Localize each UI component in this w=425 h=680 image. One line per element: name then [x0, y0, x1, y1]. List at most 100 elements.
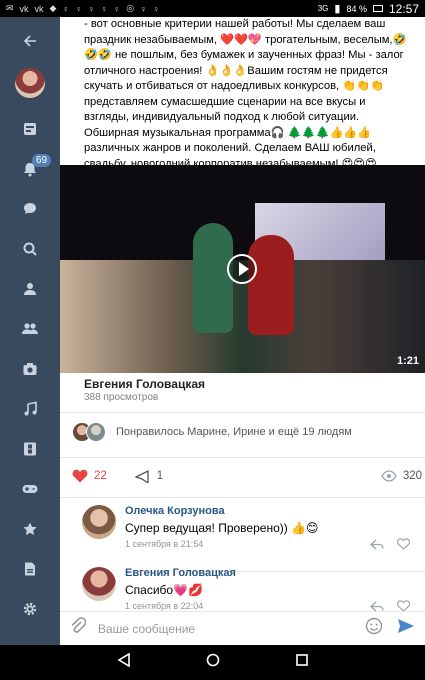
sidebar-item-friends[interactable]	[0, 309, 60, 349]
notification-icon: ♀	[152, 3, 160, 14]
video-author[interactable]: Евгения Головацкая	[84, 377, 205, 391]
post-text: - вот основные критерии нашей работы! Мы…	[84, 18, 407, 170]
notification-icon: ♀	[100, 3, 108, 14]
sidebar-item-games[interactable]	[0, 469, 60, 509]
like-button[interactable]: 22	[72, 469, 107, 483]
sidebar-item-notifications[interactable]: 69	[0, 149, 60, 189]
friends-icon	[22, 323, 38, 334]
view-count: 320	[402, 470, 422, 482]
music-icon	[24, 401, 37, 416]
status-bar: ✉ vk vk ◆ ♀ ♀ ♀ ♀ ♀ ◎ ♀ ♀ 3G ▮ 84 % 12:5…	[0, 0, 425, 17]
attach-button[interactable]	[70, 617, 87, 640]
heart-icon	[72, 469, 88, 483]
post-actions: 22 1 320	[72, 469, 422, 483]
avatar	[15, 68, 45, 98]
liked-by-row[interactable]: Понравилось Марине, Ирине и ещё 19 людям	[72, 422, 352, 442]
clock: 12:57	[388, 1, 419, 16]
heart-outline-icon	[396, 538, 411, 550]
sidebar-item-favorites[interactable]	[0, 509, 60, 549]
comment-text: Спасибо💗💋	[125, 583, 203, 597]
triangle-back-icon	[116, 652, 130, 668]
camera-icon	[23, 363, 37, 375]
reply-button[interactable]	[370, 537, 384, 555]
back-nav-button[interactable]	[116, 652, 131, 672]
signal-icon: ▮	[334, 3, 341, 15]
circle-home-icon	[206, 653, 219, 667]
sidebar-item-user[interactable]	[0, 269, 60, 309]
home-nav-button[interactable]	[206, 653, 220, 672]
android-nav-bar	[0, 645, 425, 680]
reply-icon	[370, 539, 384, 550]
message-input[interactable]: Ваше сообщение	[98, 622, 365, 636]
like-count: 22	[94, 470, 107, 482]
sidebar-item-video[interactable]	[0, 429, 60, 469]
status-right: 3G ▮ 84 % 12:57	[318, 2, 419, 16]
sidebar-item-photos[interactable]	[0, 349, 60, 389]
avatar	[86, 422, 106, 442]
paperclip-icon	[71, 617, 87, 633]
comment-like-button[interactable]	[396, 537, 411, 555]
notification-icon: ♀	[113, 3, 121, 14]
gamepad-icon	[22, 485, 38, 493]
square-recents-icon	[295, 654, 308, 666]
message-composer: Ваше сообщение	[60, 611, 425, 645]
instagram-icon: ◎	[126, 3, 135, 13]
search-icon	[23, 242, 37, 256]
divider	[60, 457, 425, 458]
chat-bubble-icon	[24, 203, 36, 214]
sidebar-item-search[interactable]	[0, 229, 60, 269]
sidebar-item-documents[interactable]	[0, 549, 60, 589]
divider	[60, 412, 425, 413]
network-label: 3G	[317, 4, 329, 13]
notification-icon: ♀	[87, 3, 95, 14]
play-button[interactable]	[227, 254, 257, 284]
video-player[interactable]: 1:21	[60, 165, 425, 373]
video-scene	[193, 223, 233, 333]
sidebar-item-settings[interactable]	[0, 589, 60, 629]
notification-icon: ♀	[75, 3, 82, 14]
avatar[interactable]	[82, 505, 116, 539]
back-arrow-icon	[23, 35, 36, 47]
video-scene	[248, 235, 294, 335]
avatar[interactable]	[82, 567, 116, 601]
emoji-button[interactable]	[365, 617, 383, 640]
video-duration: 1:21	[396, 355, 419, 367]
battery-icon	[372, 5, 383, 12]
sidebar-item-news[interactable]	[0, 109, 60, 149]
shield-icon: ◆	[49, 3, 57, 13]
back-button[interactable]	[0, 21, 60, 61]
notification-icons: ✉ vk vk ◆ ♀ ♀ ♀ ♀ ♀ ◎ ♀ ♀	[6, 3, 160, 14]
view-counter: 320	[381, 470, 422, 482]
comment-author[interactable]: Евгения Головацкая	[125, 567, 236, 579]
share-button[interactable]: 1	[134, 469, 164, 483]
notification-icon: ♀	[140, 3, 147, 14]
share-count: 1	[156, 470, 164, 482]
comment-author[interactable]: Олечка Корзунова	[125, 505, 225, 517]
comment-date: 1 сентября в 22:04	[125, 601, 204, 611]
sidebar-item-messages[interactable]	[0, 189, 60, 229]
sidebar-item-profile[interactable]	[0, 63, 60, 103]
eye-icon	[381, 470, 397, 482]
user-icon	[24, 283, 36, 295]
film-icon	[24, 442, 36, 456]
comment: Олечка Корзунова Супер ведущая! Проверен…	[82, 505, 412, 565]
battery-percent: 84 %	[346, 3, 367, 14]
recents-nav-button[interactable]	[295, 653, 309, 672]
vk-icon: vk	[19, 3, 29, 14]
notification-icon: ♀	[62, 3, 70, 14]
vk-icon: vk	[34, 3, 44, 14]
video-views: 388 просмотров	[84, 392, 159, 403]
sidebar: 69	[0, 17, 60, 645]
star-icon	[23, 522, 37, 536]
notification-badge: 69	[32, 154, 52, 167]
sidebar-item-music[interactable]	[0, 389, 60, 429]
divider	[60, 497, 425, 498]
send-icon	[398, 619, 414, 633]
post-view: - вот основные критерии нашей работы! Мы…	[60, 17, 425, 620]
smile-icon	[365, 617, 383, 635]
news-icon	[24, 123, 36, 135]
comment-date: 1 сентября в 21:54	[125, 539, 204, 549]
gear-icon	[23, 602, 37, 616]
document-icon	[25, 562, 35, 576]
send-button[interactable]	[397, 618, 415, 639]
